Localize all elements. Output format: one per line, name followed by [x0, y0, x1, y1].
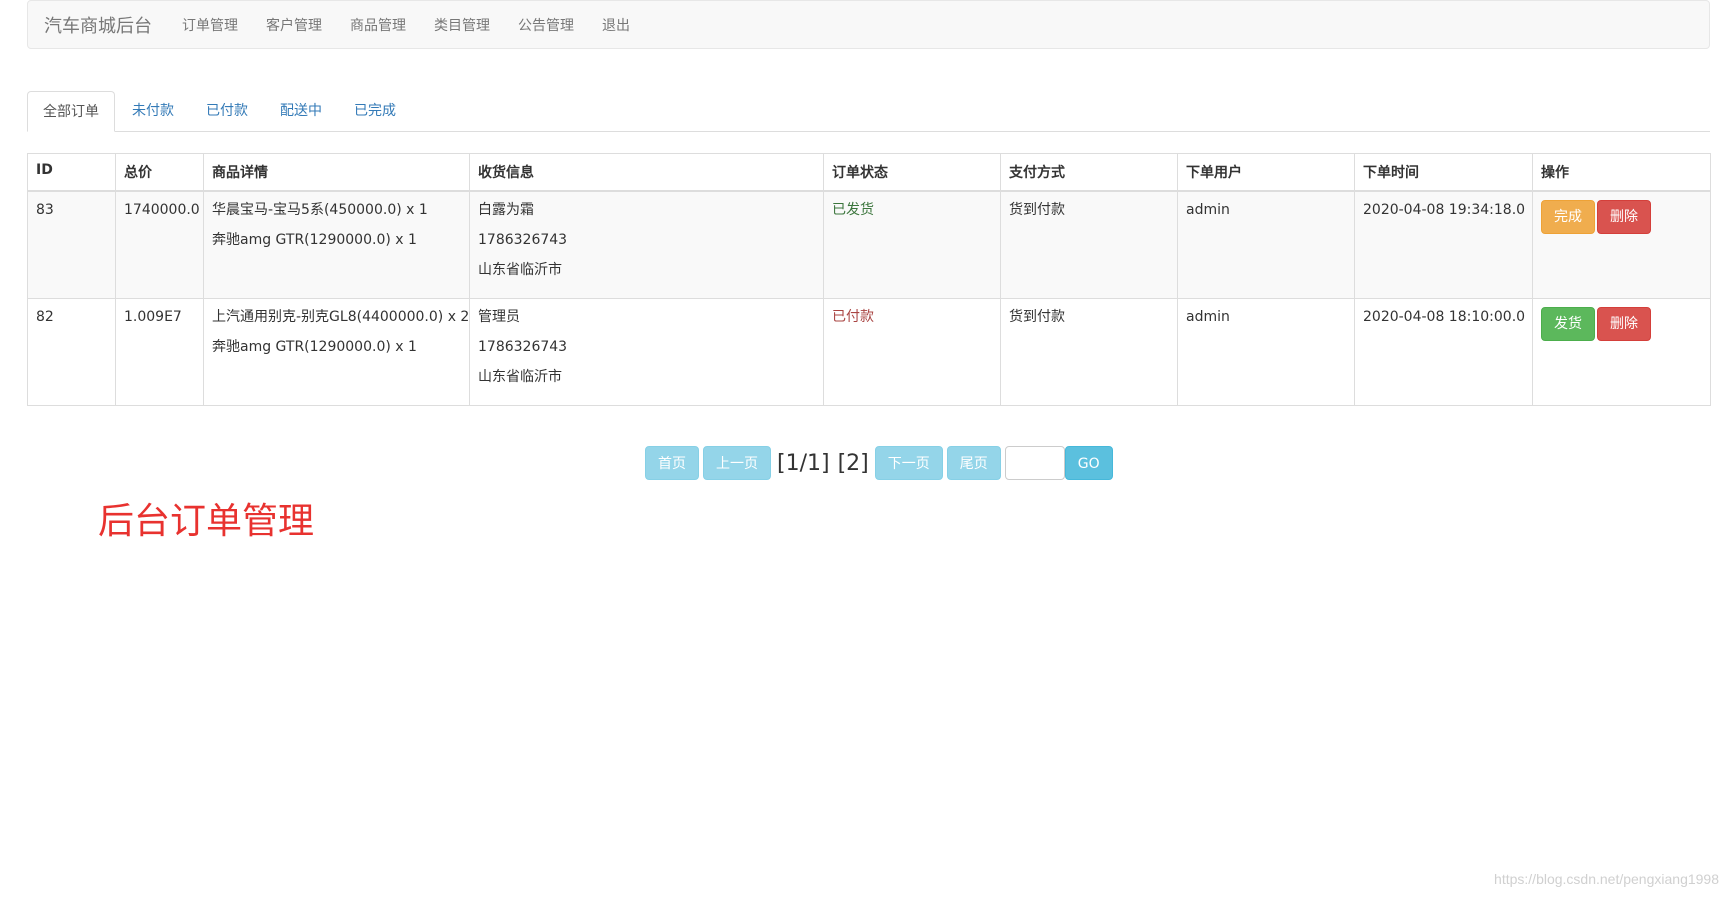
nav-logout[interactable]: 退出: [588, 15, 644, 35]
nav-announcements[interactable]: 公告管理: [504, 15, 588, 35]
cell-user: admin: [1177, 298, 1355, 406]
cell-total: 1740000.0: [115, 190, 204, 299]
cell-payment: 货到付款: [1000, 190, 1178, 299]
payment-method: 货到付款: [1009, 309, 1065, 325]
cell-user: admin: [1177, 190, 1355, 299]
order-status: 已付款: [832, 309, 874, 325]
header-total: 总价: [115, 153, 204, 192]
total-count: [2]: [837, 450, 869, 476]
prev-page-button[interactable]: 上一页: [703, 446, 771, 480]
header-time: 下单时间: [1354, 153, 1533, 192]
top-navbar: 汽车商城后台 订单管理 客户管理 商品管理 类目管理 公告管理 退出: [27, 0, 1710, 49]
cell-id: 83: [27, 190, 116, 299]
cell-actions: 发货 删除: [1532, 298, 1711, 406]
order-item: 上汽通用别克-别克GL8(4400000.0) x 2: [212, 309, 470, 325]
watermark: https://blog.csdn.net/pengxiang1998: [1494, 871, 1719, 887]
cell-status: 已发货: [823, 190, 1001, 299]
pagination: 首页 上一页 [1/1] [2] 下一页 尾页 GO: [645, 445, 1113, 481]
cell-items: 上汽通用别克-别克GL8(4400000.0) x 2 奔驰amg GTR(12…: [203, 298, 470, 406]
nav-categories[interactable]: 类目管理: [420, 15, 504, 35]
header-items: 商品详情: [203, 153, 470, 192]
table-header-row: ID 总价 商品详情 收货信息 订单状态 支付方式 下单用户 下单时间 操作: [27, 153, 1711, 192]
recipient-phone: 1786326743: [478, 232, 568, 248]
recipient-name: 白露为霜: [478, 202, 534, 218]
delete-button[interactable]: 删除: [1597, 307, 1651, 341]
tab-paid[interactable]: 已付款: [191, 91, 263, 131]
tab-unpaid[interactable]: 未付款: [117, 91, 189, 131]
order-item: 奔驰amg GTR(1290000.0) x 1: [212, 232, 417, 248]
cell-actions: 完成 删除: [1532, 190, 1711, 299]
last-page-button[interactable]: 尾页: [946, 446, 1001, 480]
page-indicator: [1/1]: [777, 450, 830, 476]
order-total: 1740000.0: [124, 202, 200, 218]
order-time: 2020-04-08 19:34:18.0: [1363, 202, 1526, 218]
order-user: admin: [1186, 309, 1230, 325]
header-shipping: 收货信息: [469, 153, 824, 192]
order-total: 1.009E7: [124, 309, 182, 325]
recipient-name: 管理员: [478, 309, 520, 325]
tab-shipping[interactable]: 配送中: [265, 91, 337, 131]
table-row: 83 1740000.0 华晨宝马-宝马5系(450000.0) x 1 奔驰a…: [27, 190, 1711, 299]
ship-button[interactable]: 发货: [1541, 307, 1595, 341]
header-user: 下单用户: [1177, 153, 1355, 192]
next-page-button[interactable]: 下一页: [874, 446, 943, 480]
header-actions: 操作: [1532, 153, 1711, 192]
cell-shipping: 管理员 1786326743 山东省临沂市: [469, 298, 824, 406]
order-user: admin: [1186, 202, 1230, 218]
order-id: 83: [36, 202, 54, 218]
page-caption: 后台订单管理: [98, 501, 315, 542]
nav-customers[interactable]: 客户管理: [252, 15, 336, 35]
cell-time: 2020-04-08 18:10:00.0: [1354, 298, 1533, 406]
order-item: 奔驰amg GTR(1290000.0) x 1: [212, 339, 417, 355]
recipient-address: 山东省临沂市: [478, 369, 562, 385]
tab-completed[interactable]: 已完成: [339, 91, 411, 131]
go-button[interactable]: GO: [1064, 446, 1113, 480]
cell-total: 1.009E7: [115, 298, 204, 406]
page-number-input[interactable]: [1004, 446, 1065, 480]
order-status-tabs: 全部订单 未付款 已付款 配送中 已完成: [27, 91, 1710, 132]
nav-products[interactable]: 商品管理: [336, 15, 420, 35]
order-item: 华晨宝马-宝马5系(450000.0) x 1: [212, 202, 428, 218]
complete-button[interactable]: 完成: [1541, 200, 1595, 234]
order-status: 已发货: [832, 202, 874, 218]
header-payment: 支付方式: [1000, 153, 1178, 192]
first-page-button[interactable]: 首页: [645, 446, 699, 480]
cell-id: 82: [27, 298, 116, 406]
table-row: 82 1.009E7 上汽通用别克-别克GL8(4400000.0) x 2 奔…: [27, 298, 1711, 406]
cell-shipping: 白露为霜 1786326743 山东省临沂市: [469, 190, 824, 299]
cell-payment: 货到付款: [1000, 298, 1178, 406]
recipient-phone: 1786326743: [478, 339, 568, 355]
header-status: 订单状态: [823, 153, 1001, 192]
cell-time: 2020-04-08 19:34:18.0: [1354, 190, 1533, 299]
brand-title[interactable]: 汽车商城后台: [44, 12, 152, 38]
cell-status: 已付款: [823, 298, 1001, 406]
delete-button[interactable]: 删除: [1597, 200, 1651, 234]
tab-all-orders[interactable]: 全部订单: [27, 91, 115, 132]
order-time: 2020-04-08 18:10:00.0: [1363, 309, 1526, 325]
payment-method: 货到付款: [1009, 202, 1065, 218]
orders-table: ID 总价 商品详情 收货信息 订单状态 支付方式 下单用户 下单时间 操作 8…: [27, 153, 1711, 406]
nav-orders[interactable]: 订单管理: [168, 15, 252, 35]
order-id: 82: [36, 309, 54, 325]
header-id: ID: [27, 153, 116, 192]
cell-items: 华晨宝马-宝马5系(450000.0) x 1 奔驰amg GTR(129000…: [203, 190, 470, 299]
recipient-address: 山东省临沂市: [478, 262, 562, 278]
